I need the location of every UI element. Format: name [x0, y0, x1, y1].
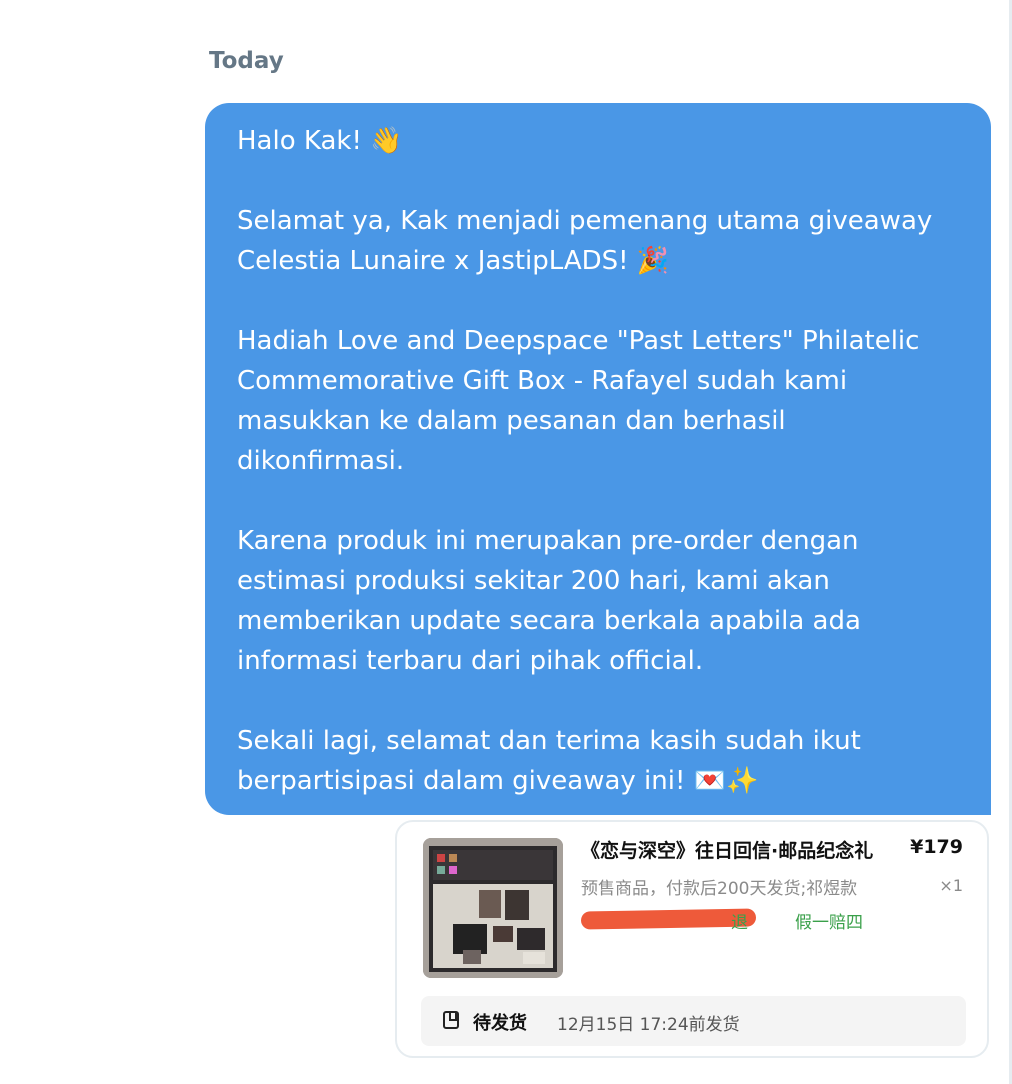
package-icon [443, 1011, 459, 1029]
message-prize: Hadiah Love and Deepspace "Past Letters"… [237, 326, 920, 476]
status-label: 待发货 [473, 1013, 527, 1034]
ship-deadline: 12月15日 17:24前发货 [557, 1015, 740, 1035]
date-separator: Today [209, 48, 284, 74]
order-attachment-card[interactable]: 《恋与深空》往日回信·邮品纪念礼 ¥179 预售商品，付款后200天发货;祁煜款… [395, 820, 989, 1058]
guarantee-tag: 假一赔四 [795, 913, 863, 933]
product-description: 预售商品，付款后200天发货;祁煜款 [581, 879, 858, 899]
service-tags: 退 假一赔四 [580, 908, 881, 933]
shipping-status-bar: 待发货 12月15日 17:24前发货 [421, 996, 966, 1046]
product-image[interactable] [423, 838, 563, 978]
message-bubble[interactable]: Halo Kak! 👋 Selamat ya, Kak menjadi peme… [205, 103, 991, 815]
message-preorder: Karena produk ini merupakan pre-order de… [237, 526, 861, 676]
product-quantity: ×1 [939, 876, 963, 895]
message-closing: Sekali lagi, selamat dan terima kasih su… [237, 726, 861, 796]
gift-box-image [423, 838, 563, 978]
return-tag: 退 [731, 913, 748, 933]
redaction-mark [580, 908, 757, 930]
product-title[interactable]: 《恋与深空》往日回信·邮品纪念礼 [581, 836, 873, 863]
message-congrats: Selamat ya, Kak menjadi pemenang utama g… [237, 206, 933, 276]
message-greeting: Halo Kak! 👋 [237, 126, 403, 156]
product-price: ¥179 [910, 836, 963, 858]
